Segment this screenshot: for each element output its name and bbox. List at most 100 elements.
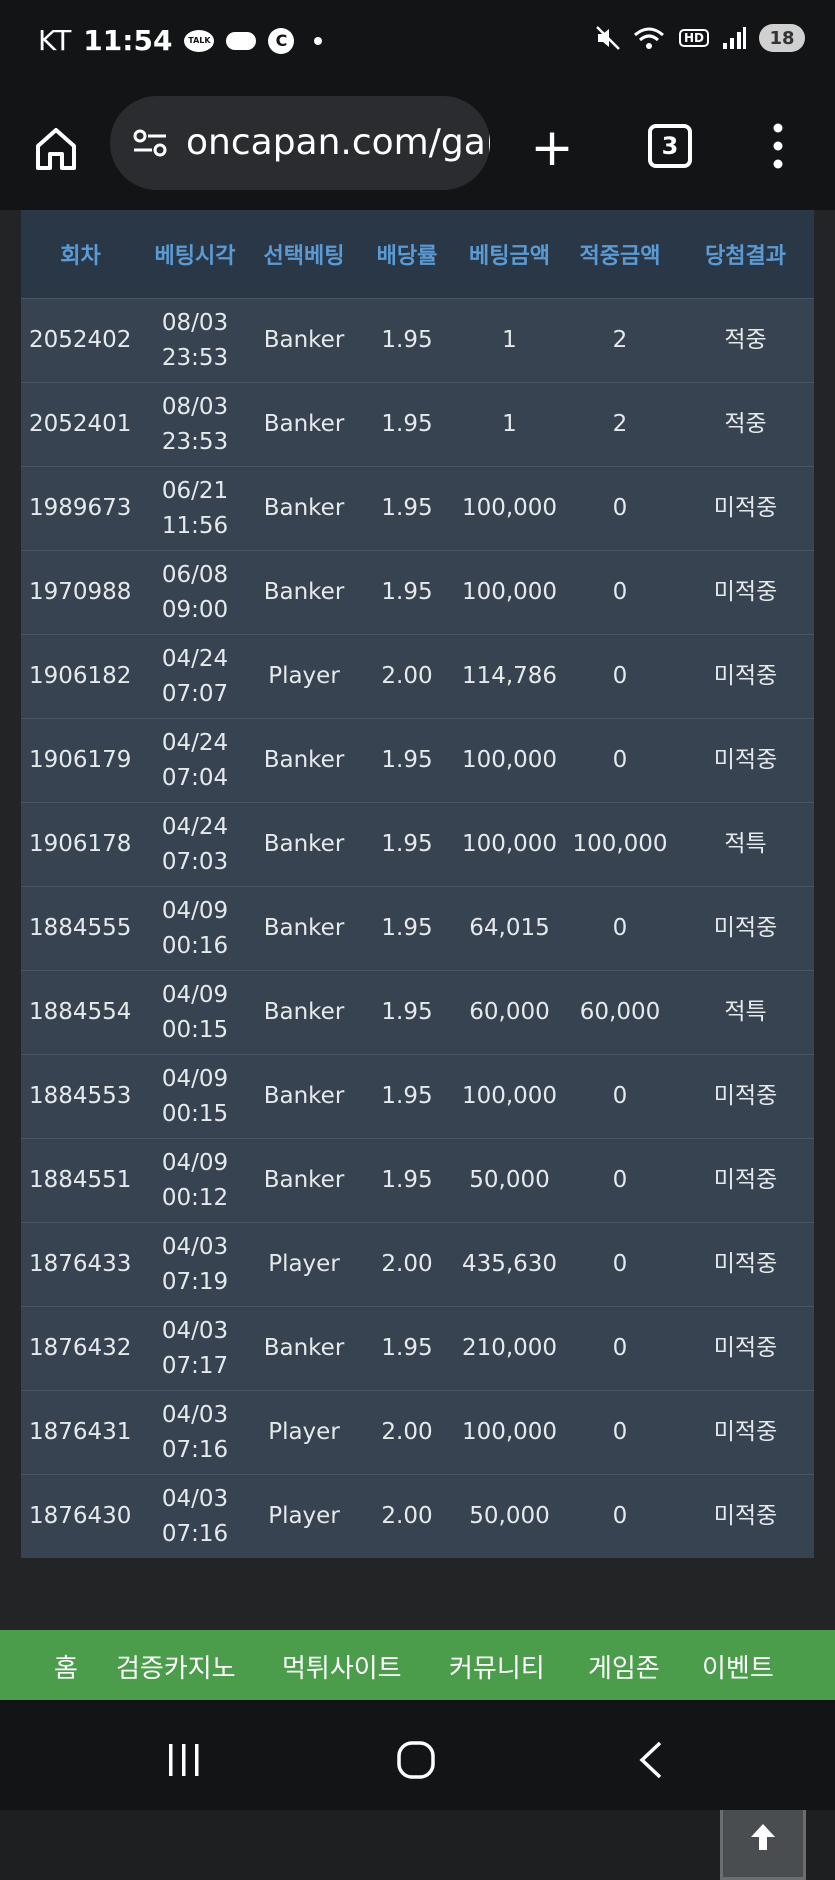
page-content: 회차 베팅시각 선택베팅 배당률 베팅금액 적중금액 당첨결과 2052402 0…	[0, 210, 835, 1880]
bet-date: 04/03	[161, 1318, 229, 1344]
footer-nav-item[interactable]: 커뮤니티	[449, 1630, 545, 1685]
cell-bet-amount: 1	[456, 298, 563, 383]
cell-result: 적중	[677, 298, 814, 383]
table-row: 1906182 04/24 07:07 Player 2.00 114,786 0 미적중	[21, 634, 814, 719]
cell-bet-amount: 100,000	[456, 550, 563, 635]
cell-round: 1906182	[21, 634, 140, 719]
wifi-icon	[634, 27, 664, 49]
cell-bet-amount: 100,000	[456, 466, 563, 551]
cell-pick: Banker	[250, 382, 358, 467]
cell-bet-amount: 114,786	[456, 634, 563, 719]
bet-clock-time: 07:17	[161, 1352, 229, 1379]
site-settings-icon[interactable]	[132, 128, 168, 158]
more-notifications-dot-icon	[314, 36, 323, 45]
cell-round: 1970988	[21, 550, 140, 635]
cell-odds: 2.00	[358, 1474, 456, 1558]
cell-win-amount: 0	[563, 634, 677, 719]
table-row: 1970988 06/08 09:00 Banker 1.95 100,000 0 미적중	[21, 550, 814, 635]
address-bar[interactable]: oncapan.com/gar	[110, 96, 490, 190]
footer-nav-item[interactable]: 먹튀사이트	[282, 1630, 402, 1685]
c-app-icon: C	[268, 27, 295, 54]
system-navigation-bar	[0, 1700, 835, 1810]
back-icon[interactable]	[636, 1740, 664, 1780]
table-row: 1884553 04/09 00:15 Banker 1.95 100,000 0 미적중	[21, 1054, 814, 1139]
cell-pick: Banker	[250, 1138, 358, 1223]
cell-odds: 1.95	[358, 1306, 456, 1391]
bet-date: 04/09	[161, 898, 229, 924]
cell-result: 적중	[677, 382, 814, 467]
hd-voice-icon: HD	[678, 29, 709, 47]
cell-odds: 1.95	[358, 802, 456, 887]
cell-bet-time: 04/09 00:16	[140, 886, 250, 971]
cell-round: 1876432	[21, 1306, 140, 1391]
bet-clock-time: 11:56	[161, 512, 229, 539]
cell-odds: 1.95	[358, 970, 456, 1055]
bet-clock-time: 00:15	[161, 1100, 229, 1127]
signal-icon	[723, 27, 746, 49]
table-row: 1876430 04/03 07:16 Player 2.00 50,000 0 미적중	[21, 1474, 814, 1558]
more-menu-icon[interactable]	[768, 120, 788, 172]
cell-round: 1876433	[21, 1222, 140, 1307]
bet-date: 04/09	[161, 1150, 229, 1176]
cell-bet-time: 04/24 07:07	[140, 634, 250, 719]
cell-result: 미적중	[677, 634, 814, 719]
cell-bet-time: 04/03 07:16	[140, 1390, 250, 1475]
table-row: 1876432 04/03 07:17 Banker 1.95 210,000 0 미적중	[21, 1306, 814, 1391]
cell-bet-amount: 100,000	[456, 802, 563, 887]
header-result: 당첨결과	[677, 210, 814, 299]
header-round: 회차	[21, 210, 140, 299]
footer-nav-item[interactable]: 이벤트	[702, 1630, 774, 1685]
cell-result: 미적중	[677, 1306, 814, 1391]
bet-date: 04/03	[161, 1486, 229, 1512]
cell-bet-time: 04/24 07:04	[140, 718, 250, 803]
cell-pick: Banker	[250, 1054, 358, 1139]
home-nav-icon[interactable]	[396, 1740, 436, 1780]
cell-pick: Banker	[250, 1306, 358, 1391]
cell-odds: 1.95	[358, 298, 456, 383]
home-icon[interactable]	[30, 122, 82, 174]
cell-result: 미적중	[677, 1138, 814, 1223]
footer-nav-item[interactable]: 홈	[54, 1630, 78, 1685]
cell-odds: 1.95	[358, 466, 456, 551]
browser-toolbar: oncapan.com/gar + 3	[0, 86, 835, 210]
betting-history-table: 회차 베팅시각 선택베팅 배당률 베팅금액 적중금액 당첨결과 2052402 0…	[21, 210, 814, 1558]
cell-win-amount: 0	[563, 718, 677, 803]
cell-win-amount: 60,000	[563, 970, 677, 1055]
cell-win-amount: 0	[563, 886, 677, 971]
cell-bet-time: 08/03 23:53	[140, 298, 250, 383]
cell-odds: 2.00	[358, 1222, 456, 1307]
cell-pick: Banker	[250, 970, 358, 1055]
bet-date: 04/03	[161, 1402, 229, 1428]
cell-win-amount: 0	[563, 466, 677, 551]
bet-date: 04/03	[161, 1234, 229, 1260]
footer-nav-item[interactable]: 게임존	[588, 1630, 660, 1685]
cell-win-amount: 0	[563, 1306, 677, 1391]
cell-bet-amount: 100,000	[456, 1054, 563, 1139]
recent-apps-icon[interactable]	[166, 1742, 202, 1778]
table-row: 1906179 04/24 07:04 Banker 1.95 100,000 0 미적중	[21, 718, 814, 803]
battery-icon: 18	[759, 24, 805, 52]
footer-nav-item[interactable]: 검증카지노	[116, 1630, 236, 1685]
tab-switcher-button[interactable]: 3	[648, 124, 692, 168]
header-bet-time: 베팅시각	[140, 210, 250, 299]
cell-bet-time: 04/03 07:16	[140, 1474, 250, 1558]
cell-bet-time: 06/08 09:00	[140, 550, 250, 635]
cell-bet-time: 06/21 11:56	[140, 466, 250, 551]
header-odds: 배당률	[358, 210, 456, 299]
cell-result: 적특	[677, 970, 814, 1055]
table-row: 2052402 08/03 23:53 Banker 1.95 1 2 적중	[21, 298, 814, 383]
cell-pick: Player	[250, 1474, 358, 1558]
new-tab-button[interactable]: +	[526, 122, 578, 174]
cell-odds: 2.00	[358, 634, 456, 719]
cell-round: 2052402	[21, 298, 140, 383]
cell-odds: 1.95	[358, 1054, 456, 1139]
table-header-row: 회차 베팅시각 선택베팅 배당률 베팅금액 적중금액 당첨결과	[21, 210, 814, 299]
cell-result: 미적중	[677, 1222, 814, 1307]
cell-round: 1884553	[21, 1054, 140, 1139]
cell-bet-time: 04/09 00:12	[140, 1138, 250, 1223]
cell-win-amount: 0	[563, 1390, 677, 1475]
cell-win-amount: 2	[563, 298, 677, 383]
url-text[interactable]: oncapan.com/gar	[186, 122, 490, 163]
table-row: 1906178 04/24 07:03 Banker 1.95 100,000 100,00…	[21, 802, 814, 887]
cell-win-amount: 2	[563, 382, 677, 467]
